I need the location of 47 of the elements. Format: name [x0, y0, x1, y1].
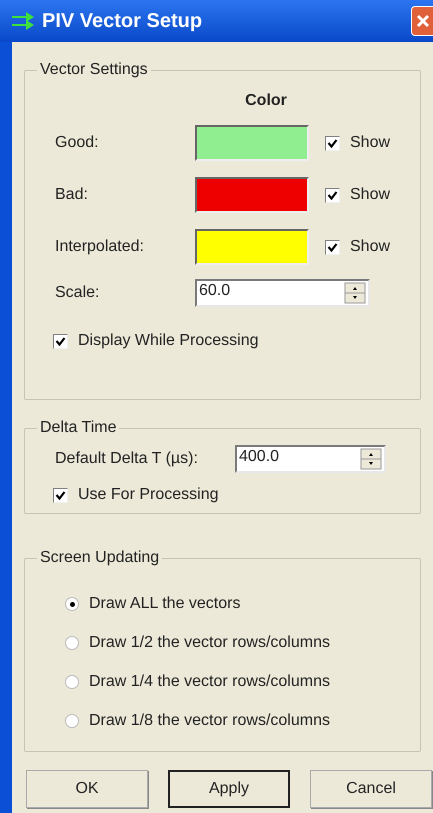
checkmark-icon	[327, 242, 338, 252]
column-heading: Color	[244, 91, 288, 111]
checkbox-label: Display While Processing	[78, 331, 259, 351]
field-value: 400.0	[238, 447, 280, 467]
checkbox[interactable]	[53, 334, 68, 348]
color-swatch[interactable]	[195, 125, 309, 161]
window-title: PIV Vector Setup	[42, 9, 202, 34]
row-label: Interpolated:	[55, 237, 145, 257]
dialog-button[interactable]: Apply	[168, 770, 290, 808]
group-title: Screen Updating	[37, 548, 162, 568]
spin-arrows-icon[interactable]	[344, 282, 366, 304]
radio-button[interactable]	[65, 714, 79, 728]
field-label: Default Delta T (µs):	[55, 449, 199, 469]
radio-label: Draw 1/8 the vector rows/columns	[89, 711, 330, 731]
radio-label: Draw 1/4 the vector rows/columns	[89, 672, 330, 692]
radio-label: Draw 1/2 the vector rows/columns	[89, 633, 330, 653]
color-swatch[interactable]	[195, 229, 309, 265]
checkmark-icon	[55, 490, 66, 500]
radio-button[interactable]	[65, 636, 79, 650]
close-button[interactable]	[411, 6, 433, 36]
scale-field[interactable]: 60.0	[195, 279, 370, 307]
color-swatch[interactable]	[195, 177, 309, 213]
radio-label: Draw ALL the vectors	[89, 594, 240, 614]
checkbox-label: Show	[350, 133, 390, 153]
checkmark-icon	[55, 336, 66, 346]
dialog-button[interactable]: Cancel	[310, 770, 432, 808]
radio-button[interactable]	[65, 675, 79, 689]
field-label: Scale:	[55, 283, 100, 303]
field-value: 60.0	[198, 281, 232, 301]
delta-time-field[interactable]: 400.0	[235, 445, 386, 473]
checkbox-label: Show	[350, 237, 390, 257]
checkbox[interactable]	[53, 488, 68, 502]
row-label: Bad:	[55, 185, 89, 205]
checkbox[interactable]	[325, 136, 340, 150]
checkbox-label: Use For Processing	[78, 485, 218, 505]
close-icon	[416, 14, 430, 28]
checkbox[interactable]	[325, 240, 340, 254]
checkbox-label: Show	[350, 185, 390, 205]
checkmark-icon	[327, 138, 338, 148]
checkmark-icon	[327, 190, 338, 200]
radio-button[interactable]	[65, 597, 79, 611]
row-label: Good:	[55, 133, 100, 153]
dialog-button[interactable]: OK	[26, 770, 148, 808]
double-arrow-icon	[10, 10, 36, 32]
spin-arrows-icon[interactable]	[360, 448, 382, 470]
checkbox[interactable]	[325, 188, 340, 202]
group-title: Vector Settings	[37, 60, 151, 80]
